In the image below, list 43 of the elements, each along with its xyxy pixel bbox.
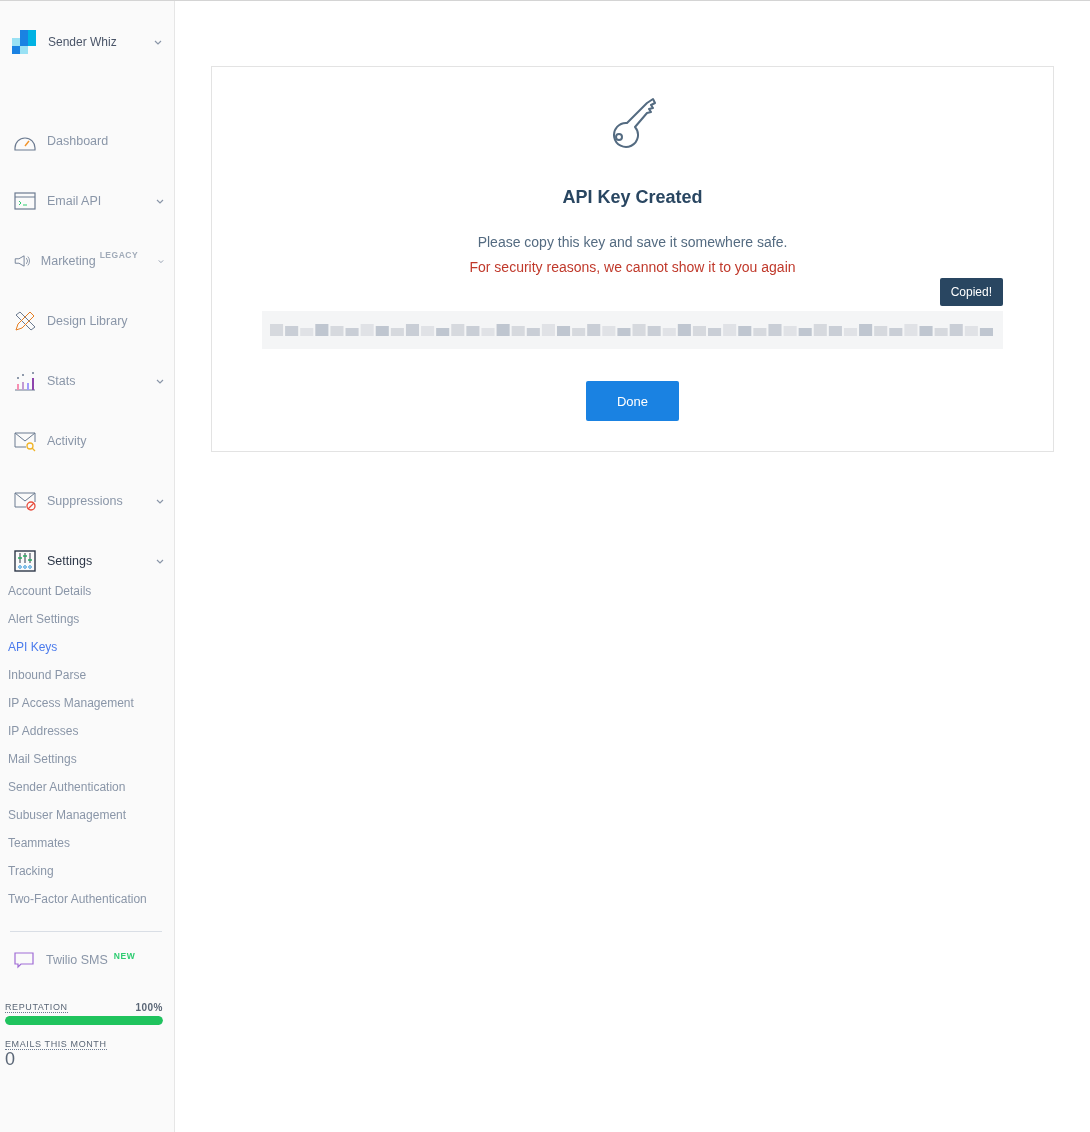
nav-item[interactable]: Email API bbox=[47, 194, 102, 208]
new-label: NEW bbox=[113, 951, 136, 961]
reputation-label: REPUTATION bbox=[5, 1002, 68, 1013]
envelope-block-icon bbox=[13, 490, 37, 512]
submenu-item[interactable]: Alert Settings bbox=[0, 605, 174, 633]
reputation-value: 100% bbox=[135, 1002, 163, 1013]
submenu-item[interactable]: Sender Authentication bbox=[0, 773, 174, 801]
nav-item[interactable]: Twilio SMS bbox=[46, 953, 108, 967]
submenu-item[interactable]: Mail Settings bbox=[0, 745, 174, 773]
instruction-text: Please copy this key and save it somewhere safe. bbox=[477, 234, 788, 250]
bar-chart-icon bbox=[13, 370, 37, 392]
nav-item[interactable]: Dashboard bbox=[47, 134, 109, 148]
submenu-item[interactable]: IP Access Management bbox=[0, 689, 174, 717]
submenu-item[interactable]: API Keys bbox=[0, 633, 174, 661]
warning-text: For security reasons, we cannot show it to you again bbox=[469, 259, 796, 275]
submenu-item[interactable]: Inbound Parse bbox=[0, 661, 174, 689]
logo-icon bbox=[12, 30, 36, 54]
account-name[interactable]: Sender Whiz bbox=[48, 35, 142, 49]
done-button[interactable]: Done bbox=[586, 381, 679, 421]
submenu-item[interactable]: IP Addresses bbox=[0, 717, 174, 745]
submenu-item[interactable]: Account Details bbox=[0, 577, 174, 605]
submenu-item[interactable]: Teammates bbox=[0, 829, 174, 857]
submenu-item[interactable]: Two-Factor Authentication bbox=[0, 885, 174, 913]
api-key-field[interactable] bbox=[262, 311, 1003, 349]
emails-label: EMAILS THIS MONTH bbox=[5, 1039, 107, 1050]
dialog-title: API Key Created bbox=[562, 187, 703, 208]
terminal-icon bbox=[13, 190, 37, 212]
nav-item[interactable]: Marketing bbox=[40, 254, 96, 268]
emails-count: 0 bbox=[5, 1050, 16, 1068]
nav-item[interactable]: Design Library bbox=[47, 314, 128, 328]
legacy-label: LEGACY bbox=[99, 250, 139, 260]
chevron-down-icon bbox=[154, 39, 162, 45]
copied-tooltip: Copied! bbox=[939, 278, 1003, 306]
nav-item[interactable]: Stats bbox=[47, 374, 76, 388]
nav-item[interactable]: Activity bbox=[47, 434, 87, 448]
submenu-item[interactable]: Subuser Management bbox=[0, 801, 174, 829]
submenu-item[interactable]: Tracking bbox=[0, 857, 174, 885]
chat-bubble-icon bbox=[14, 951, 34, 969]
nav-item[interactable]: Suppressions bbox=[47, 494, 123, 508]
envelope-search-icon bbox=[13, 430, 37, 452]
pencil-ruler-icon bbox=[13, 310, 37, 332]
sliders-icon bbox=[13, 550, 37, 572]
nav-item[interactable]: Settings bbox=[47, 554, 93, 568]
